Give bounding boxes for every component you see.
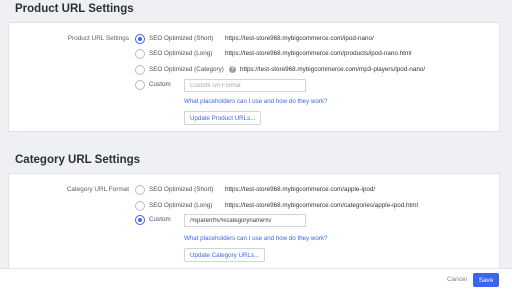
- category-section-title: Category URL Settings: [15, 154, 141, 166]
- product-custom-url-input[interactable]: [184, 79, 306, 92]
- category-url-preview: https://test-store968.mybigcommerce.com/…: [225, 186, 376, 193]
- category-option-label: Custom: [149, 216, 171, 223]
- product-category-radio[interactable]: [135, 65, 145, 75]
- category-short-radio[interactable]: [135, 185, 145, 195]
- product-option-label: SEO Optimized (Long): [149, 50, 213, 57]
- product-option-custom[interactable]: [135, 79, 145, 91]
- product-option-long[interactable]: [135, 48, 145, 60]
- product-short-radio[interactable]: [135, 34, 145, 44]
- category-long-radio[interactable]: [135, 201, 145, 211]
- product-section-title: Product URL Settings: [15, 3, 134, 15]
- product-option-label: SEO Optimized (Category): [149, 66, 224, 73]
- cancel-button[interactable]: Cancel: [447, 276, 467, 283]
- update-category-urls-button[interactable]: Update Category URLs...: [184, 248, 266, 262]
- category-option-label: SEO Optimized (Long): [149, 202, 213, 209]
- category-option-custom[interactable]: [135, 214, 145, 226]
- save-button[interactable]: Save: [473, 273, 499, 287]
- action-footer: Cancel Save: [0, 268, 512, 290]
- help-icon[interactable]: ?: [229, 66, 236, 73]
- category-option-long[interactable]: [135, 200, 145, 212]
- category-url-panel: Category URL Format SEO Optimized (Short…: [8, 173, 500, 269]
- category-custom-radio[interactable]: [135, 215, 145, 225]
- product-option-short[interactable]: [135, 33, 145, 45]
- product-option-label: Custom: [149, 81, 171, 88]
- category-option-short[interactable]: [135, 184, 145, 196]
- product-url-panel: Product URL Settings SEO Optimized (Shor…: [8, 22, 500, 132]
- category-url-preview: https://test-store968.mybigcommerce.com/…: [225, 202, 418, 209]
- product-url-preview: https://test-store968.mybigcommerce.com/…: [240, 66, 426, 73]
- product-long-radio[interactable]: [135, 49, 145, 59]
- product-field-label: Product URL Settings: [67, 35, 129, 42]
- product-placeholder-help-link[interactable]: What placeholders can I use and how do t…: [184, 98, 327, 105]
- category-placeholder-help-link[interactable]: What placeholders can I use and how do t…: [184, 235, 327, 242]
- product-option-category[interactable]: [135, 64, 145, 76]
- product-option-label: SEO Optimized (Short): [149, 35, 214, 42]
- category-custom-url-input[interactable]: [184, 214, 306, 227]
- product-custom-radio[interactable]: [135, 80, 145, 90]
- category-option-label: SEO Optimized (Short): [149, 186, 214, 193]
- product-url-preview: https://test-store968.mybigcommerce.com/…: [225, 50, 412, 57]
- product-url-preview: https://test-store968.mybigcommerce.com/…: [225, 35, 374, 42]
- category-field-label: Category URL Format: [66, 186, 129, 193]
- update-product-urls-button[interactable]: Update Product URLs...: [184, 111, 262, 125]
